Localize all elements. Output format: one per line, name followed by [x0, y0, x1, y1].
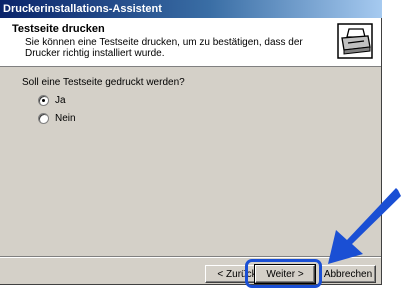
header-title: Testseite drucken [12, 23, 105, 35]
header-subtitle: Sie können eine Testseite drucken, um zu… [25, 37, 303, 59]
radio-button-unchecked[interactable] [38, 112, 49, 124]
wizard-header: Testseite drucken Sie können eine Testse… [0, 18, 381, 67]
radio-option-nein[interactable]: Nein [38, 111, 76, 125]
window-title: Druckerinstallations-Assistent [0, 0, 382, 18]
radio-option-ja[interactable]: Ja [38, 93, 66, 107]
cancel-button[interactable]: Abbrechen [320, 265, 376, 283]
question-label: Soll eine Testseite gedruckt werden? [22, 77, 185, 88]
radio-label-ja: Ja [55, 94, 66, 106]
radio-label-nein: Nein [55, 112, 76, 124]
pointer-arrow-icon [328, 188, 401, 264]
printer-icon [337, 23, 373, 59]
next-button-highlight [245, 259, 322, 288]
radio-button-checked[interactable] [38, 94, 49, 106]
